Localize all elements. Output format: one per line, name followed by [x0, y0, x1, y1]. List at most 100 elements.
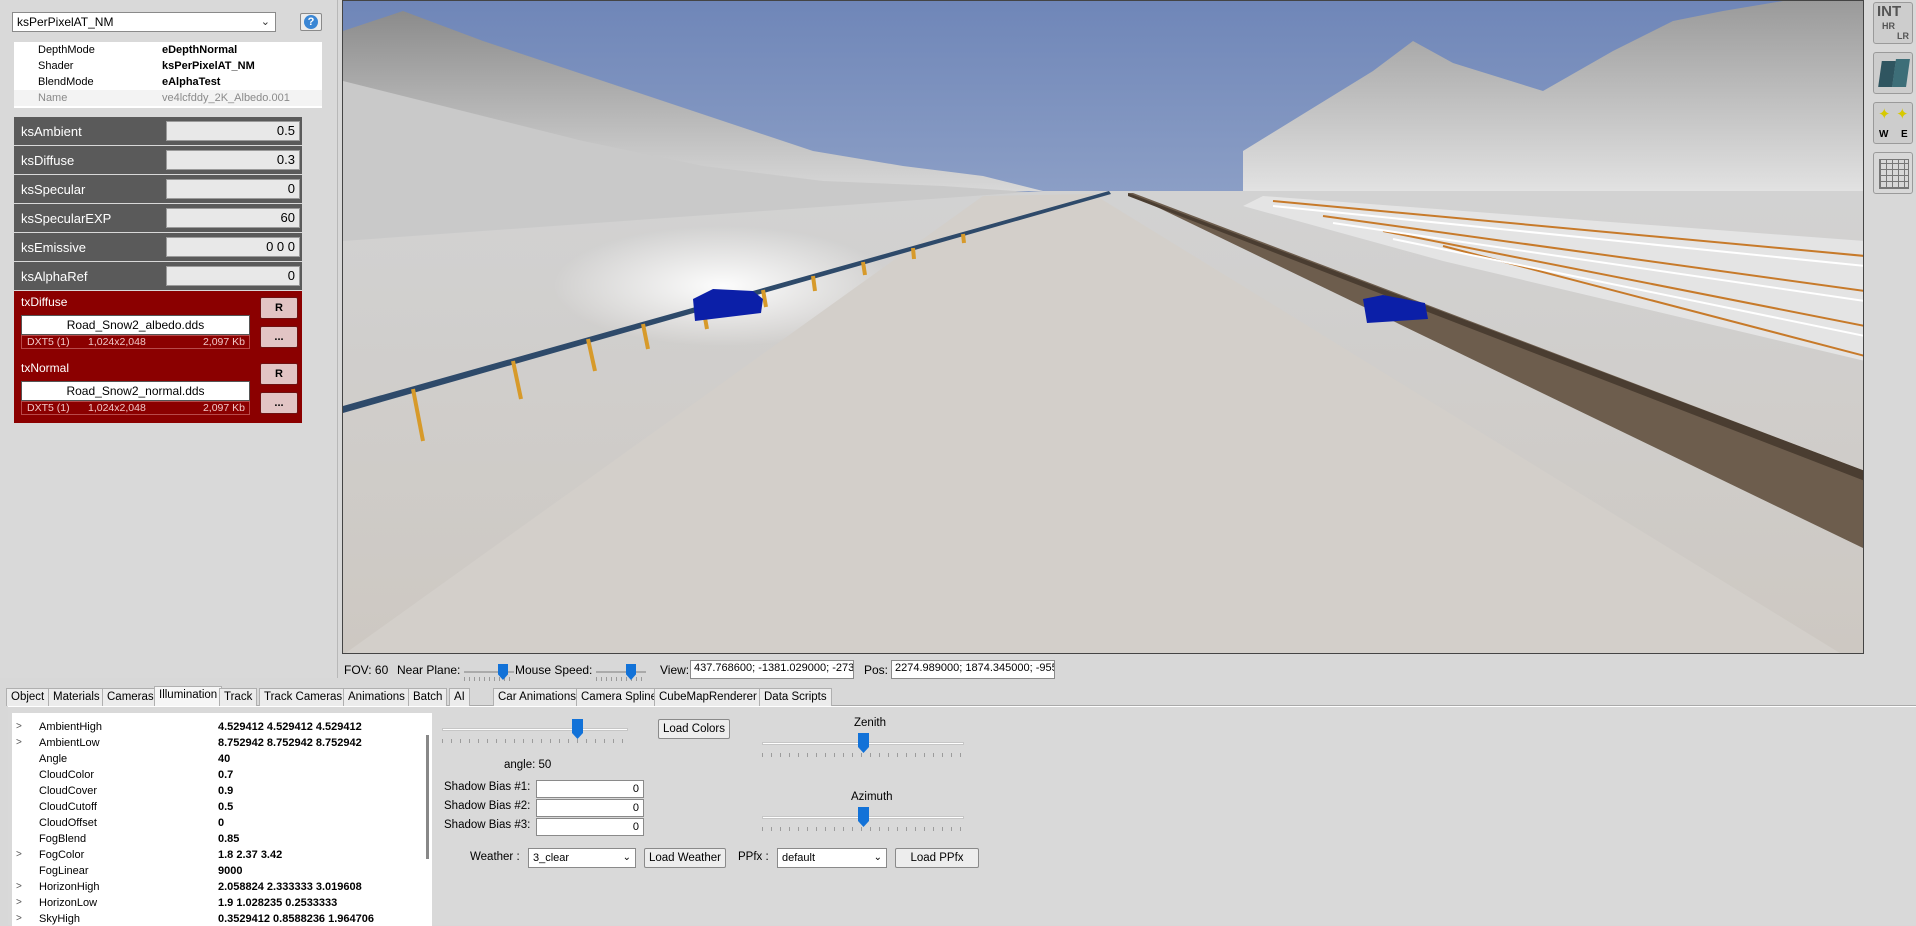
chevron-down-icon: ⌄: [260, 16, 270, 28]
shadow-bias-1-input[interactable]: 0: [536, 780, 644, 798]
scene-render: [343, 1, 1863, 653]
list-item[interactable]: FogBlend 0.85: [12, 831, 432, 847]
ppfx-dropdown[interactable]: default ⌄: [777, 848, 887, 868]
chevron-right-icon[interactable]: >: [16, 735, 22, 751]
chevron-down-icon: ⌄: [622, 852, 631, 863]
texture-slot-txnormal: txNormal Road_Snow2_normal.dds DXT5 (1) …: [14, 357, 302, 423]
zenith-slider[interactable]: [762, 733, 964, 759]
texture-file-field[interactable]: Road_Snow2_albedo.dds: [21, 315, 250, 335]
texture-dims: 1,024x2,048: [88, 402, 146, 414]
shader-dropdown[interactable]: ksPerPixelAT_NM ⌄: [12, 12, 276, 32]
angle-slider-thumb[interactable]: [572, 719, 583, 739]
help-button[interactable]: ?: [300, 13, 322, 31]
param-value-input[interactable]: 0 0 0: [166, 237, 300, 257]
int-hr-lr-icon[interactable]: INT HR LR: [1873, 2, 1913, 44]
illumination-panel: > AmbientHigh 4.529412 4.529412 4.529412 >…: [8, 706, 1916, 926]
tab-data-scripts[interactable]: Data Scripts: [759, 688, 832, 706]
texture-slot-name: txDiffuse: [21, 295, 68, 309]
list-item[interactable]: > AmbientHigh 4.529412 4.529412 4.529412: [12, 719, 432, 735]
texture-size: 2,097 Kb: [202, 402, 245, 414]
chevron-right-icon[interactable]: >: [16, 879, 22, 895]
load-colors-button[interactable]: Load Colors: [658, 719, 730, 739]
texture-slot-name: txNormal: [21, 361, 70, 375]
tab-ai[interactable]: AI: [449, 688, 470, 706]
azimuth-slider-thumb[interactable]: [858, 807, 869, 827]
texture-size: 2,097 Kb: [202, 336, 245, 348]
param-value-input[interactable]: 0.3: [166, 150, 300, 170]
mouse-speed-slider[interactable]: [596, 663, 646, 681]
tab-track[interactable]: Track: [219, 688, 258, 706]
tab-cubemaprenderer[interactable]: CubeMapRenderer: [654, 688, 762, 706]
texture-file-field[interactable]: Road_Snow2_normal.dds: [21, 381, 250, 401]
param-value-input[interactable]: 0.5: [166, 121, 300, 141]
ppfx-label: PPfx :: [738, 851, 769, 863]
tab-animations[interactable]: Animations: [343, 688, 410, 706]
3d-viewport[interactable]: [342, 0, 1864, 654]
zenith-slider-thumb[interactable]: [858, 733, 869, 753]
fov-readout: FOV: 60: [344, 663, 389, 677]
list-item[interactable]: > FogColor 1.8 2.37 3.42: [12, 847, 432, 863]
list-item[interactable]: CloudCover 0.9: [12, 783, 432, 799]
texture-swap-icon[interactable]: [1873, 52, 1913, 94]
list-item[interactable]: Angle 40: [12, 751, 432, 767]
list-scrollbar[interactable]: [426, 735, 429, 859]
param-value-input[interactable]: 0: [166, 179, 300, 199]
chevron-right-icon[interactable]: >: [16, 895, 22, 911]
tab-batch[interactable]: Batch: [408, 688, 448, 706]
chevron-right-icon[interactable]: >: [16, 847, 22, 863]
property-row[interactable]: Shader ksPerPixelAT_NM: [14, 58, 322, 74]
texture-browse-button[interactable]: ...: [260, 326, 298, 348]
property-row[interactable]: DepthMode eDepthNormal: [14, 42, 322, 58]
texture-format: DXT5 (1): [27, 402, 70, 414]
tab-cameras[interactable]: Cameras: [102, 688, 159, 706]
viewport-status-bar: FOV: 60 Near Plane: Mouse Speed: View: 4…: [342, 658, 1916, 682]
list-item[interactable]: CloudCutoff 0.5: [12, 799, 432, 815]
texture-browse-button[interactable]: ...: [260, 392, 298, 414]
angle-slider[interactable]: [442, 719, 628, 745]
weather-dropdown[interactable]: 3_clear ⌄: [528, 848, 636, 868]
chevron-right-icon[interactable]: >: [16, 719, 22, 735]
shadow-bias-3-input[interactable]: 0: [536, 818, 644, 836]
param-value-input[interactable]: 0: [166, 266, 300, 286]
param-ksambient: ksAmbient 0.5: [14, 117, 302, 145]
texture-reset-button[interactable]: R: [260, 363, 298, 385]
pos-label: Pos:: [864, 663, 889, 677]
grid-icon[interactable]: [1873, 152, 1913, 194]
pos-coordinates-field[interactable]: 2274.989000; 1874.345000; -955: [891, 660, 1055, 679]
tab-car-animations[interactable]: Car Animations: [493, 688, 581, 706]
property-row[interactable]: Name ve4lcfddy_2K_Albedo.001: [14, 90, 322, 106]
azimuth-slider[interactable]: [762, 807, 964, 833]
tab-materials[interactable]: Materials: [48, 688, 105, 706]
tab-object[interactable]: Object: [6, 688, 50, 706]
texture-info: DXT5 (1) 1,024x2,048 2,097 Kb: [21, 335, 250, 349]
texture-reset-button[interactable]: R: [260, 297, 298, 319]
chevron-down-icon: ⌄: [873, 852, 882, 863]
param-label: ksSpecular: [21, 182, 86, 197]
list-item[interactable]: > HorizonHigh 2.058824 2.333333 3.019608: [12, 879, 432, 895]
param-value-input[interactable]: 60: [166, 208, 300, 228]
load-ppfx-button[interactable]: Load PPfx: [895, 848, 979, 868]
shadow-bias-3-label: Shadow Bias #3:: [444, 819, 531, 831]
param-ksalpharef: ksAlphaRef 0: [14, 262, 302, 290]
load-weather-button[interactable]: Load Weather: [644, 848, 726, 868]
tab-illumination[interactable]: Illumination: [154, 686, 223, 707]
near-plane-label: Near Plane:: [397, 663, 461, 677]
shadow-bias-2-input[interactable]: 0: [536, 799, 644, 817]
param-label: ksAlphaRef: [21, 269, 88, 284]
list-item[interactable]: FogLinear 9000: [12, 863, 432, 879]
chevron-right-icon[interactable]: >: [16, 911, 22, 926]
property-row[interactable]: BlendMode eAlphaTest: [14, 74, 322, 90]
list-item[interactable]: > HorizonLow 1.9 1.028235 0.2533333: [12, 895, 432, 911]
tab-track-cameras[interactable]: Track Cameras: [259, 688, 348, 706]
view-coordinates-field[interactable]: 437.768600; -1381.029000; -2739: [690, 660, 854, 679]
mouse-speed-label: Mouse Speed:: [515, 663, 593, 677]
list-item[interactable]: CloudColor 0.7: [12, 767, 432, 783]
near-plane-slider[interactable]: [464, 663, 514, 681]
weather-label: Weather :: [470, 851, 520, 863]
wind-we-icon[interactable]: ✦ ✦ W E: [1873, 102, 1913, 144]
list-item[interactable]: CloudOffset 0: [12, 815, 432, 831]
list-item[interactable]: > SkyHigh 0.3529412 0.8588236 1.964706: [12, 911, 432, 926]
help-icon: ?: [304, 15, 318, 29]
tab-camera-spline[interactable]: Camera Spline: [576, 688, 663, 706]
list-item[interactable]: > AmbientLow 8.752942 8.752942 8.752942: [12, 735, 432, 751]
